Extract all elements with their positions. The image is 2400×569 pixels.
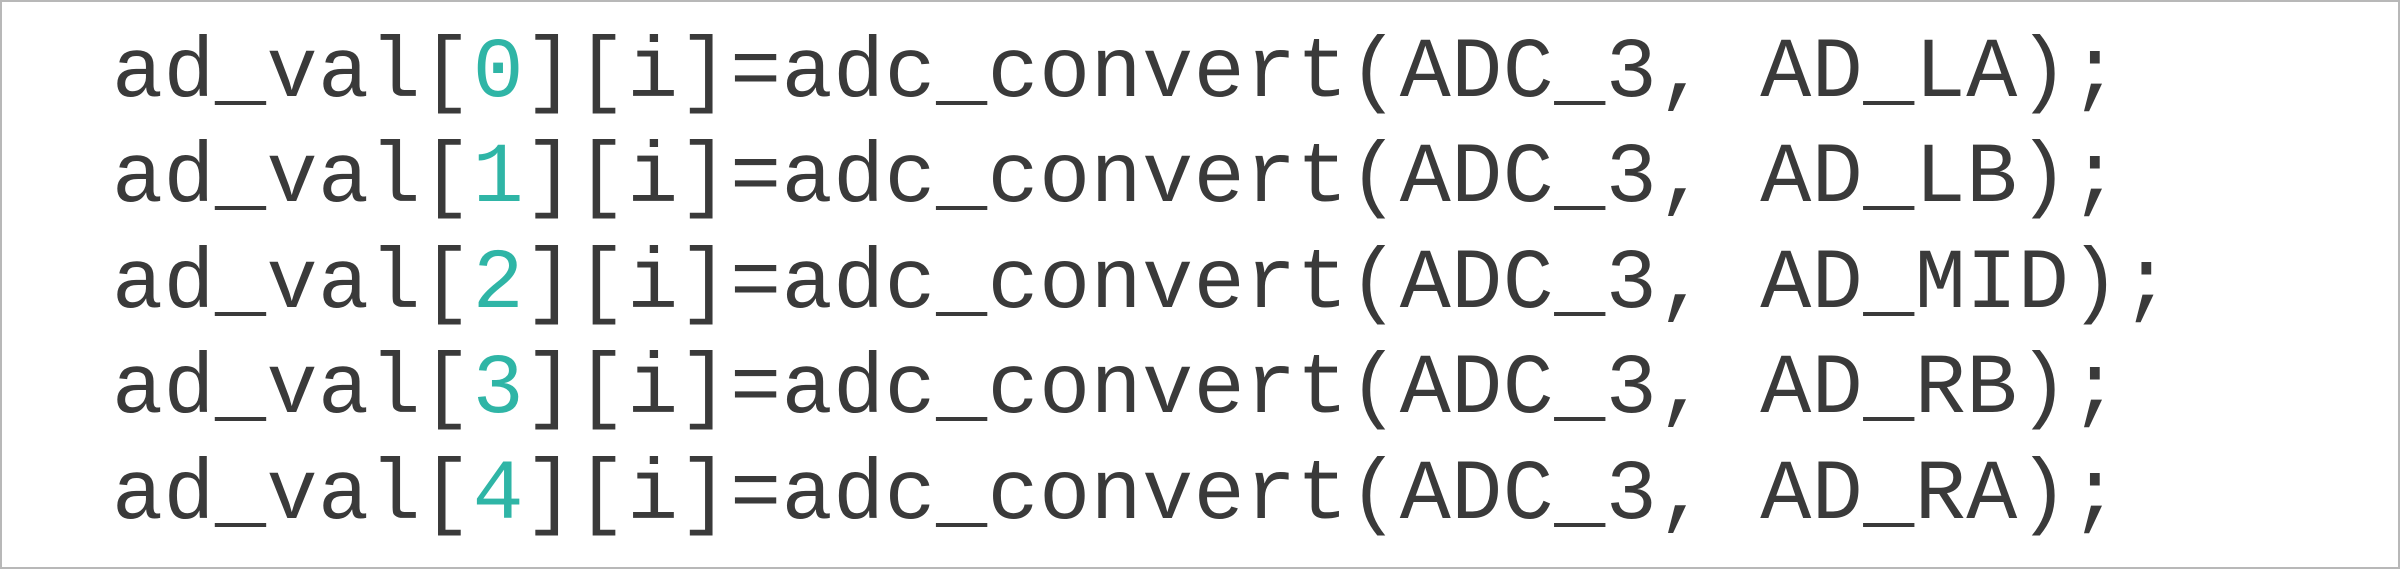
code-text: ][i]=adc_convert(ADC_3, AD_MID); [524, 236, 2172, 333]
code-text: ][i]=adc_convert(ADC_3, AD_LB); [524, 130, 2121, 227]
code-text: ad_val[ [112, 25, 473, 122]
index-literal: 2 [473, 236, 525, 333]
code-text: ad_val[ [112, 447, 473, 544]
code-line: ad_val[4][i]=adc_convert(ADC_3, AD_RA); [112, 443, 2398, 548]
code-text: ][i]=adc_convert(ADC_3, AD_RA); [524, 447, 2121, 544]
code-snippet-box: ad_val[0][i]=adc_convert(ADC_3, AD_LA); … [0, 0, 2400, 569]
code-text: ][i]=adc_convert(ADC_3, AD_RB); [524, 341, 2121, 438]
index-literal: 0 [473, 25, 525, 122]
code-line: ad_val[2][i]=adc_convert(ADC_3, AD_MID); [112, 232, 2398, 337]
code-text: ad_val[ [112, 341, 473, 438]
code-line: ad_val[3][i]=adc_convert(ADC_3, AD_RB); [112, 337, 2398, 442]
code-text: ][i]=adc_convert(ADC_3, AD_LA); [524, 25, 2121, 122]
index-literal: 3 [473, 341, 525, 438]
index-literal: 4 [473, 447, 525, 544]
code-text: ad_val[ [112, 130, 473, 227]
code-line: ad_val[1][i]=adc_convert(ADC_3, AD_LB); [112, 126, 2398, 231]
code-text: ad_val[ [112, 236, 473, 333]
index-literal: 1 [473, 130, 525, 227]
code-line: ad_val[0][i]=adc_convert(ADC_3, AD_LA); [112, 21, 2398, 126]
